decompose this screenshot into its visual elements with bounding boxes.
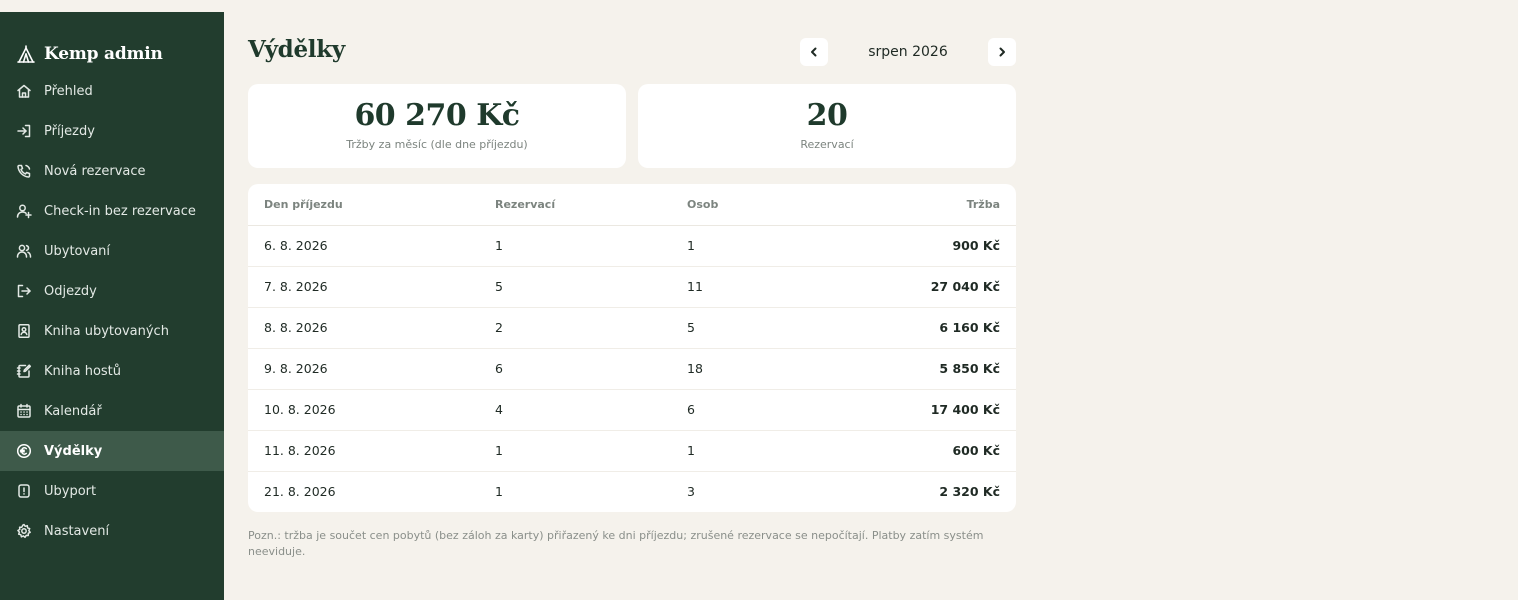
app-name: Kemp admin xyxy=(44,44,163,64)
sidebar-item-label: Kalendář xyxy=(44,403,102,419)
table-row: 11. 8. 2026 1 1 600 Kč xyxy=(248,430,1016,472)
cell-persons: 11 xyxy=(687,266,837,308)
cell-reservations: 6 xyxy=(495,348,687,390)
earnings-table-card: Den příjezdu Rezervací Osob Tržba 6. 8. … xyxy=(248,184,1016,512)
calendar-icon xyxy=(17,403,31,418)
column-header-revenue: Tržba xyxy=(837,184,1016,226)
sidebar: Kemp admin Přehled Příjezdy Nová rezerva… xyxy=(0,12,224,600)
cell-reservations: 5 xyxy=(495,266,687,308)
users-icon xyxy=(16,244,32,258)
sidebar-item-prijezdy[interactable]: Příjezdy xyxy=(0,111,224,151)
cell-date: 11. 8. 2026 xyxy=(248,430,495,472)
cell-revenue: 2 320 Kč xyxy=(939,484,1000,500)
cell-persons: 6 xyxy=(687,389,837,431)
sidebar-item-label: Kniha hostů xyxy=(44,363,122,379)
table-row: 6. 8. 2026 1 1 900 Kč xyxy=(248,225,1016,267)
brand[interactable]: Kemp admin xyxy=(16,42,163,66)
logout-icon xyxy=(17,284,31,298)
earnings-table: Den příjezdu Rezervací Osob Tržba 6. 8. … xyxy=(248,184,1016,512)
sidebar-item-label: Výdělky xyxy=(44,443,103,459)
table-row: 7. 8. 2026 5 11 27 040 Kč xyxy=(248,266,1016,308)
home-icon xyxy=(17,84,31,98)
cell-revenue: 5 850 Kč xyxy=(837,348,1016,390)
sidebar-item-label: Nastavení xyxy=(44,523,110,539)
phone-icon xyxy=(17,164,31,178)
sidebar-item-ubyport[interactable]: Ubyport xyxy=(0,471,224,511)
cell-persons: 18 xyxy=(687,348,837,390)
cell-persons: 3 xyxy=(687,484,695,500)
previous-month-button[interactable] xyxy=(800,38,828,66)
column-header-reservations: Rezervací xyxy=(495,184,687,226)
current-month-label: srpen 2026 xyxy=(868,44,948,60)
cell-revenue: 17 400 Kč xyxy=(837,389,1016,431)
table-header-row: Den příjezdu Rezervací Osob Tržba xyxy=(248,184,1016,226)
sidebar-item-label: Ubytovaní xyxy=(44,243,111,259)
cell-reservations: 1 xyxy=(495,484,503,500)
tent-icon xyxy=(17,45,35,63)
gear-icon xyxy=(17,523,31,539)
revenue-card: 60 270 Kč Tržby za měsíc (dle dne příjez… xyxy=(248,84,626,168)
cell-reservations: 1 xyxy=(495,430,687,472)
cell-reservations: 4 xyxy=(495,389,687,431)
sidebar-item-ubytovani[interactable]: Ubytovaní xyxy=(0,231,224,271)
notebook-pen-icon xyxy=(16,364,32,378)
cell-revenue: 900 Kč xyxy=(837,225,1016,267)
reservations-value: 20 xyxy=(806,98,848,133)
column-header-date: Den příjezdu xyxy=(248,184,495,226)
cell-persons: 1 xyxy=(687,430,837,472)
sidebar-nav: Přehled Příjezdy Nová rezervace Check-in… xyxy=(0,71,224,551)
reservations-label: Rezervací xyxy=(800,138,854,151)
column-header-persons: Osob xyxy=(687,184,837,226)
cell-revenue: 27 040 Kč xyxy=(837,266,1016,308)
revenue-label: Tržby za měsíc (dle dne příjezdu) xyxy=(346,138,528,151)
revenue-value: 60 270 Kč xyxy=(354,98,520,133)
chevron-left-icon xyxy=(811,47,817,57)
cell-reservations: 2 xyxy=(495,307,687,349)
table-row: 10. 8. 2026 4 6 17 400 Kč xyxy=(248,389,1016,431)
sidebar-item-label: Příjezdy xyxy=(44,123,95,139)
euro-icon xyxy=(16,443,32,459)
page-title: Výdělky xyxy=(248,36,345,63)
cell-date: 6. 8. 2026 xyxy=(248,225,495,267)
alert-badge-icon xyxy=(18,484,30,498)
cell-date: 10. 8. 2026 xyxy=(248,389,495,431)
table-row: 9. 8. 2026 6 18 5 850 Kč xyxy=(248,348,1016,390)
sidebar-item-label: Check-in bez rezervace xyxy=(44,203,196,219)
sidebar-item-label: Kniha ubytovaných xyxy=(44,323,169,339)
sidebar-item-vydelky[interactable]: Výdělky xyxy=(0,431,224,471)
cell-persons: 1 xyxy=(687,225,837,267)
cell-persons: 5 xyxy=(687,307,837,349)
table-row: 21. 8. 2026 1 3 2 320 Kč xyxy=(248,471,1016,512)
cell-date: 9. 8. 2026 xyxy=(248,348,495,390)
cell-date: 7. 8. 2026 xyxy=(248,266,495,308)
chevron-right-icon xyxy=(999,47,1005,57)
footnote: Pozn.: tržba je součet cen pobytů (bez z… xyxy=(248,529,984,558)
cell-date: 21. 8. 2026 xyxy=(264,484,336,500)
sidebar-item-label: Přehled xyxy=(44,83,93,99)
next-month-button[interactable] xyxy=(988,38,1016,66)
contact-book-icon xyxy=(18,324,30,338)
user-plus-icon xyxy=(16,204,32,219)
sidebar-item-prehled[interactable]: Přehled xyxy=(0,71,224,111)
sidebar-item-kniha-hostu[interactable]: Kniha hostů xyxy=(0,351,224,391)
reservations-card: 20 Rezervací xyxy=(638,84,1016,168)
cell-revenue: 600 Kč xyxy=(837,430,1016,472)
table-row: 8. 8. 2026 2 5 6 160 Kč xyxy=(248,307,1016,349)
month-navigator: srpen 2026 xyxy=(800,38,1016,66)
sidebar-item-label: Nová rezervace xyxy=(44,163,146,179)
login-icon xyxy=(17,124,31,138)
sidebar-item-odjezdy[interactable]: Odjezdy xyxy=(0,271,224,311)
sidebar-item-label: Odjezdy xyxy=(44,283,97,299)
sidebar-item-nastaveni[interactable]: Nastavení xyxy=(0,511,224,551)
sidebar-item-label: Ubyport xyxy=(44,483,97,499)
sidebar-item-nova-rezervace[interactable]: Nová rezervace xyxy=(0,151,224,191)
sidebar-item-kniha-ubytovanych[interactable]: Kniha ubytovaných xyxy=(0,311,224,351)
sidebar-item-kalendar[interactable]: Kalendář xyxy=(0,391,224,431)
cell-reservations: 1 xyxy=(495,225,687,267)
cell-date: 8. 8. 2026 xyxy=(248,307,495,349)
sidebar-item-check-in[interactable]: Check-in bez rezervace xyxy=(0,191,224,231)
cell-revenue: 6 160 Kč xyxy=(837,307,1016,349)
